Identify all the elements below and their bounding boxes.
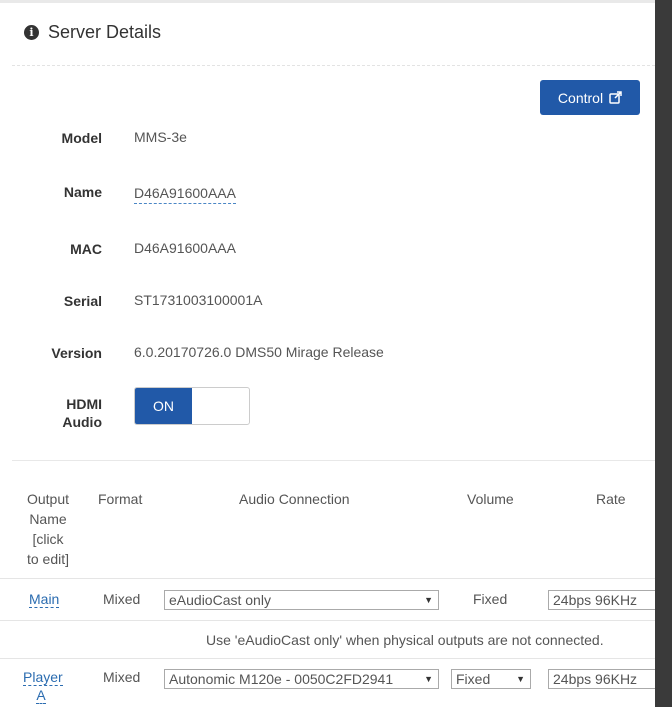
table-row-divider bbox=[0, 658, 655, 659]
header-format: Format bbox=[98, 491, 143, 507]
info-circle-icon: i bbox=[24, 25, 39, 40]
caret-down-icon: ▼ bbox=[424, 595, 433, 605]
audio-connection-select-player-a[interactable]: Autonomic M120e - 0050C2FD2941 ▼ bbox=[164, 669, 439, 689]
audio-hint-text: Use 'eAudioCast only' when physical outp… bbox=[206, 632, 604, 648]
name-label: Name bbox=[63, 184, 102, 200]
volume-value-player-a: Fixed bbox=[456, 671, 491, 687]
rate-select-player-a[interactable]: 24bps 96KHz bbox=[548, 669, 655, 689]
header-divider bbox=[12, 65, 655, 66]
format-main: Mixed bbox=[103, 591, 141, 607]
hdmi-label-line1: HDMI bbox=[66, 396, 102, 412]
external-link-icon bbox=[609, 91, 622, 104]
audio-connection-value-main: eAudioCast only bbox=[169, 592, 271, 608]
toggle-on-segment: ON bbox=[135, 388, 192, 424]
backdrop-right bbox=[655, 0, 672, 707]
output-name-main[interactable]: Main bbox=[29, 591, 60, 608]
rate-select-main[interactable]: 24bps 96KHz bbox=[548, 590, 655, 610]
section-divider bbox=[12, 460, 655, 461]
format-player-a: Mixed bbox=[103, 669, 141, 685]
hdmi-audio-toggle[interactable]: ON bbox=[134, 387, 250, 425]
serial-value: ST1731003100001A bbox=[134, 292, 263, 308]
table-row-divider bbox=[0, 578, 655, 579]
serial-label: Serial bbox=[63, 293, 102, 309]
header-output-name-line1: Output bbox=[26, 491, 70, 507]
rate-value-player-a: 24bps 96KHz bbox=[553, 671, 638, 687]
header-output-name: Output Name [click to edit] bbox=[22, 489, 74, 569]
dialog-title: Server Details bbox=[48, 22, 162, 42]
volume-select-player-a[interactable]: Fixed ▼ bbox=[451, 669, 531, 689]
audio-connection-select-main[interactable]: eAudioCast only ▼ bbox=[164, 590, 439, 610]
header-rate: Rate bbox=[596, 491, 626, 507]
rate-value-main: 24bps 96KHz bbox=[553, 592, 638, 608]
mac-value: D46A91600AAA bbox=[134, 240, 236, 256]
name-editable-field[interactable]: D46A91600AAA bbox=[134, 185, 236, 204]
version-label: Version bbox=[51, 345, 102, 361]
control-button[interactable]: Control bbox=[540, 80, 640, 115]
output-name-player-a-line2[interactable]: A bbox=[36, 687, 46, 704]
header-output-name-line3: [click bbox=[32, 531, 64, 547]
control-button-label: Control bbox=[557, 89, 604, 106]
model-label: Model bbox=[61, 130, 102, 146]
header-volume: Volume bbox=[467, 491, 514, 507]
header-output-name-line2: Name bbox=[29, 511, 67, 527]
volume-main: Fixed bbox=[473, 591, 508, 607]
audio-connection-value-player-a: Autonomic M120e - 0050C2FD2941 bbox=[169, 671, 394, 687]
header-output-name-line4: to edit] bbox=[26, 551, 70, 567]
caret-down-icon: ▼ bbox=[424, 674, 433, 684]
version-value: 6.0.20170726.0 DMS50 Mirage Release bbox=[134, 344, 384, 360]
header-audio-connection: Audio Connection bbox=[239, 491, 350, 507]
dialog-header: i Server Details bbox=[0, 3, 655, 65]
caret-down-icon: ▼ bbox=[516, 674, 525, 684]
mac-label: MAC bbox=[70, 241, 102, 257]
output-name-player-a[interactable]: Player bbox=[23, 669, 63, 686]
hdmi-audio-label: HDMI Audio bbox=[0, 395, 102, 431]
hdmi-label-line2: Audio bbox=[62, 414, 102, 430]
table-row-divider bbox=[0, 620, 655, 621]
model-value: MMS-3e bbox=[134, 129, 187, 145]
server-details-dialog: i Server Details Control Model MMS-3e Na… bbox=[0, 3, 655, 707]
